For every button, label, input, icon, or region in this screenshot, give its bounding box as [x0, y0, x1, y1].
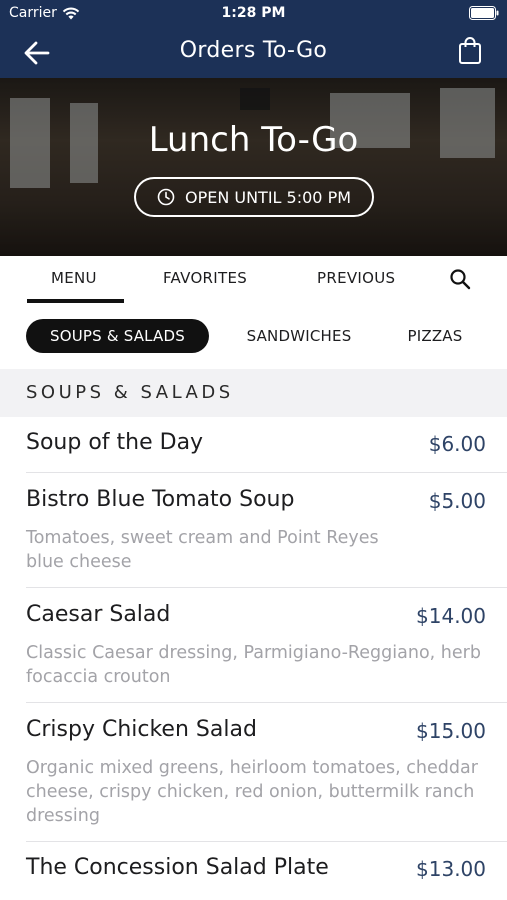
- item-name: Caesar Salad: [26, 602, 171, 627]
- hours-badge: OPEN UNTIL 5:00 PM: [134, 177, 374, 217]
- item-name: Bistro Blue Tomato Soup: [26, 487, 295, 512]
- nav-bar: Orders To-Go: [0, 28, 507, 78]
- menu-item[interactable]: Caesar Salad $14.00 Classic Caesar dress…: [0, 588, 507, 702]
- item-description: Classic Caesar dressing, Parmigiano-Regg…: [26, 643, 481, 687]
- battery-icon: [469, 6, 499, 20]
- tab-previous[interactable]: PREVIOUS: [317, 269, 395, 287]
- section-header: SOUPS & SALADS: [0, 369, 507, 417]
- category-soups-salads[interactable]: SOUPS & SALADS: [26, 319, 209, 353]
- item-price: $15.00: [416, 719, 486, 743]
- item-description: Organic mixed greens, heirloom tomatoes,…: [26, 758, 478, 826]
- item-description: Tomatoes, sweet cream and Point Reyes bl…: [26, 528, 379, 572]
- section-title: SOUPS & SALADS: [26, 382, 234, 403]
- item-price: $13.00: [416, 857, 486, 881]
- menu-item[interactable]: Soup of the Day $6.00: [0, 417, 507, 472]
- status-bar: Carrier 1:28 PM: [0, 0, 507, 28]
- item-name: Soup of the Day: [26, 430, 204, 455]
- active-tab-indicator: [27, 299, 124, 303]
- menu-tabs: MENU FAVORITES PREVIOUS: [0, 256, 507, 304]
- item-name: The Concession Salad Plate: [26, 855, 329, 880]
- restaurant-title: Lunch To-Go: [148, 120, 359, 160]
- category-pizzas[interactable]: PIZZAS: [395, 319, 475, 353]
- tab-favorites[interactable]: FAVORITES: [163, 269, 247, 287]
- search-icon[interactable]: [448, 267, 472, 291]
- hours-label: OPEN UNTIL 5:00 PM: [184, 187, 352, 207]
- menu-item[interactable]: The Concession Salad Plate $13.00: [0, 842, 507, 900]
- item-price: $5.00: [428, 489, 486, 513]
- item-price: $6.00: [428, 432, 486, 456]
- top-bar: Carrier 1:28 PM Orders To-Go: [0, 0, 507, 78]
- clock-icon: [157, 188, 175, 206]
- menu-item[interactable]: Bistro Blue Tomato Soup $5.00 Tomatoes, …: [0, 473, 507, 587]
- tab-menu[interactable]: MENU: [51, 269, 97, 287]
- item-price: $14.00: [416, 604, 486, 628]
- menu-item[interactable]: Crispy Chicken Salad $15.00 Organic mixe…: [0, 703, 507, 841]
- page-title: Orders To-Go: [179, 38, 328, 63]
- item-name: Crispy Chicken Salad: [26, 717, 257, 742]
- status-time: 1:28 PM: [221, 5, 286, 21]
- shopping-bag-icon[interactable]: [457, 36, 483, 66]
- category-filter: SOUPS & SALADS SANDWICHES PIZZAS: [0, 304, 507, 368]
- category-sandwiches[interactable]: SANDWICHES: [232, 319, 366, 353]
- hero-banner: Lunch To-Go OPEN UNTIL 5:00 PM: [0, 78, 507, 256]
